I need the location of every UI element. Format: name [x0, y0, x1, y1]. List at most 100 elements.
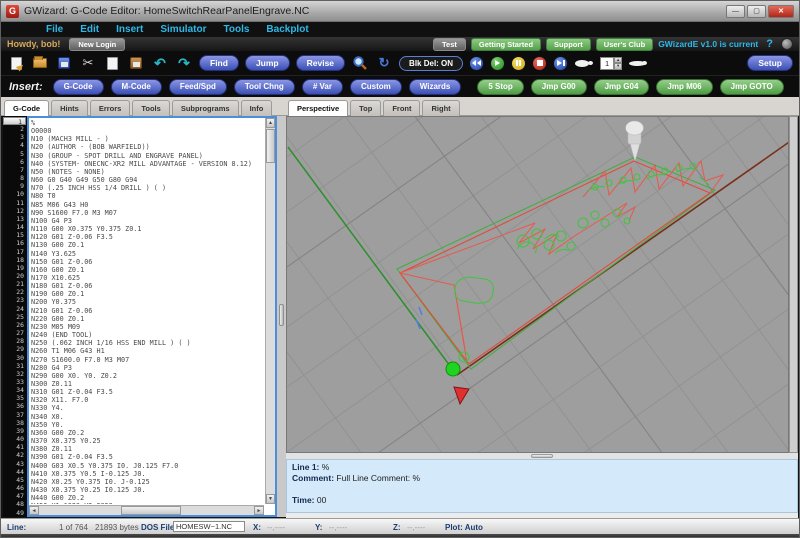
plot-right-scroll-strip[interactable]: [789, 116, 798, 453]
view-tab-right[interactable]: Right: [422, 100, 460, 116]
view-tab-front[interactable]: Front: [383, 100, 421, 116]
code-line[interactable]: N180 G01 Z-0.06: [31, 282, 264, 290]
code-line[interactable]: N170 X10.625: [31, 274, 264, 282]
code-line[interactable]: N420 X0.25 Y0.375 I0. J-0.125: [31, 478, 264, 486]
insert-button--var[interactable]: # Var: [301, 78, 343, 95]
search-icon[interactable]: [351, 54, 369, 72]
code-line[interactable]: N220 G00 Z0.1: [31, 315, 264, 323]
code-line[interactable]: N440 G00 Z0.2: [31, 494, 264, 502]
insert-button-feed-spd[interactable]: Feed/Spd: [168, 78, 227, 95]
stop-button[interactable]: [532, 55, 548, 71]
plot-info-splitter-handle[interactable]: [531, 454, 553, 458]
shortcut-button-jmp-g00[interactable]: Jmp G00: [530, 78, 587, 95]
code-line[interactable]: N430 X0.375 Y0.25 I0.125 J0.: [31, 486, 264, 494]
code-line[interactable]: N400 G03 X0.5 Y0.375 I0. J0.125 F7.0: [31, 462, 264, 470]
revise-button[interactable]: Revise: [295, 55, 346, 71]
code-line[interactable]: N390 G01 Z-0.04 F3.5: [31, 453, 264, 461]
getting-started-button[interactable]: Getting Started: [470, 37, 542, 51]
shortcut-button-jmp-goto[interactable]: Jmp GOTO: [719, 78, 784, 95]
code-line[interactable]: N60 G0 G40 G49 G50 G80 G94: [31, 176, 264, 184]
save-file-icon[interactable]: [55, 54, 73, 72]
pause-button[interactable]: [511, 55, 527, 71]
code-line[interactable]: N250 (.062 INCH 1/16 HSS END MILL ) ( ): [31, 339, 264, 347]
code-line[interactable]: N290 G00 X0. Y0. Z0.2: [31, 372, 264, 380]
new-file-icon[interactable]: [7, 54, 26, 72]
code-line[interactable]: N350 Y0.: [31, 421, 264, 429]
insert-button-m-code[interactable]: M-Code: [110, 78, 162, 95]
test-button[interactable]: Test: [433, 37, 466, 51]
open-file-icon[interactable]: [31, 54, 49, 72]
code-line[interactable]: N300 Z0.11: [31, 380, 264, 388]
menu-item-simulator[interactable]: Simulator: [160, 24, 206, 35]
code-line[interactable]: N85 M06 G43 H0: [31, 201, 264, 209]
undo-icon[interactable]: ↶: [151, 54, 169, 72]
code-line[interactable]: N160 G00 Z0.1: [31, 266, 264, 274]
code-line[interactable]: N150 G01 Z-0.06: [31, 258, 264, 266]
code-line[interactable]: N450 X1.1929 Y2.2953: [31, 502, 264, 504]
close-button[interactable]: ✕: [768, 4, 794, 18]
code-line[interactable]: N210 G01 Z-0.06: [31, 307, 264, 315]
redo-icon[interactable]: ↷: [175, 54, 193, 72]
code-line[interactable]: N280 G4 P3: [31, 364, 264, 372]
help-icon[interactable]: ?: [766, 38, 773, 50]
code-line[interactable]: N70 (.25 INCH HSS 1/4 DRILL ) ( ): [31, 184, 264, 192]
code-line[interactable]: N320 X11. F7.0: [31, 396, 264, 404]
code-line[interactable]: N200 Y0.375: [31, 298, 264, 306]
support-button[interactable]: Support: [546, 37, 591, 51]
code-line[interactable]: N380 Z0.11: [31, 445, 264, 453]
code-line[interactable]: N370 X0.375 Y0.25: [31, 437, 264, 445]
shortcut-button-jmp-m06[interactable]: Jmp M06: [656, 78, 713, 95]
tab-info[interactable]: Info: [240, 100, 273, 116]
tab-g-code[interactable]: G-Code: [4, 100, 50, 116]
scroll-up-icon[interactable]: ▲: [266, 118, 275, 128]
cut-icon[interactable]: ✂: [79, 54, 97, 72]
hscroll-thumb[interactable]: [120, 506, 181, 515]
code-line[interactable]: %: [31, 119, 264, 127]
code-line[interactable]: N120 G01 Z-0.06 F3.5: [31, 233, 264, 241]
code-line[interactable]: N410 X0.375 Y0.5 I-0.125 J0.: [31, 470, 264, 478]
code-line[interactable]: N340 X0.: [31, 413, 264, 421]
code-line[interactable]: N330 Y4.: [31, 404, 264, 412]
menu-item-tools[interactable]: Tools: [223, 24, 249, 35]
code-line[interactable]: N40 (SYSTEM- ONECNC-XR2 MILL ADVANTAGE -…: [31, 160, 264, 168]
code-vertical-scrollbar[interactable]: ▲ ▼: [265, 118, 275, 504]
scroll-right-icon[interactable]: ►: [254, 506, 264, 515]
setup-button[interactable]: Setup: [747, 55, 793, 71]
code-line[interactable]: N50 (NOTES - NONE): [31, 168, 264, 176]
code-line[interactable]: N10 (MACH3 MILL - ): [31, 135, 264, 143]
dos-file-input[interactable]: [173, 521, 245, 532]
find-button[interactable]: Find: [199, 55, 239, 71]
code-line[interactable]: N20 (AUTHOR - (BOB WARFIELD)): [31, 143, 264, 151]
code-line[interactable]: N90 S1600 F7.0 M3 M07: [31, 209, 264, 217]
tab-errors[interactable]: Errors: [89, 100, 131, 116]
code-line[interactable]: N230 M05 M09: [31, 323, 264, 331]
code-text[interactable]: % O0000 N10 (MACH3 MILL - ) N20 (AUTHOR - (…: [31, 119, 264, 504]
pane-splitter[interactable]: [277, 116, 286, 517]
backplot-3d-view[interactable]: [286, 116, 789, 453]
code-line[interactable]: N260 T1 M06 G43 H1: [31, 347, 264, 355]
paste-icon[interactable]: [127, 54, 145, 72]
menu-item-edit[interactable]: Edit: [80, 24, 99, 35]
block-delete-toggle[interactable]: Blk Del: ON: [399, 55, 464, 71]
menu-item-file[interactable]: File: [46, 24, 63, 35]
play-button[interactable]: [490, 55, 506, 71]
refresh-icon[interactable]: ↻: [375, 54, 393, 72]
insert-button-g-code[interactable]: G-Code: [52, 78, 104, 95]
speed-value[interactable]: 1: [600, 56, 615, 70]
jump-button[interactable]: Jump: [244, 55, 290, 71]
code-line[interactable]: N190 G00 Z0.1: [31, 290, 264, 298]
insert-button-tool-chng[interactable]: Tool Chng: [233, 78, 295, 95]
minimize-button[interactable]: —: [726, 4, 745, 18]
code-line[interactable]: O0000: [31, 127, 264, 135]
code-line[interactable]: N360 G00 Z0.2: [31, 429, 264, 437]
code-line[interactable]: N100 G4 P3: [31, 217, 264, 225]
menu-item-insert[interactable]: Insert: [116, 24, 143, 35]
vscroll-thumb[interactable]: [266, 129, 275, 163]
insert-button-wizards[interactable]: Wizards: [408, 78, 462, 95]
copy-icon[interactable]: [103, 54, 121, 72]
pane-splitter-handle[interactable]: [279, 304, 284, 326]
speed-down-icon[interactable]: ▼: [614, 63, 623, 70]
view-tab-perspective[interactable]: Perspective: [288, 100, 349, 116]
maximize-button[interactable]: ▢: [747, 4, 766, 18]
users-club-button[interactable]: User's Club: [595, 37, 654, 51]
